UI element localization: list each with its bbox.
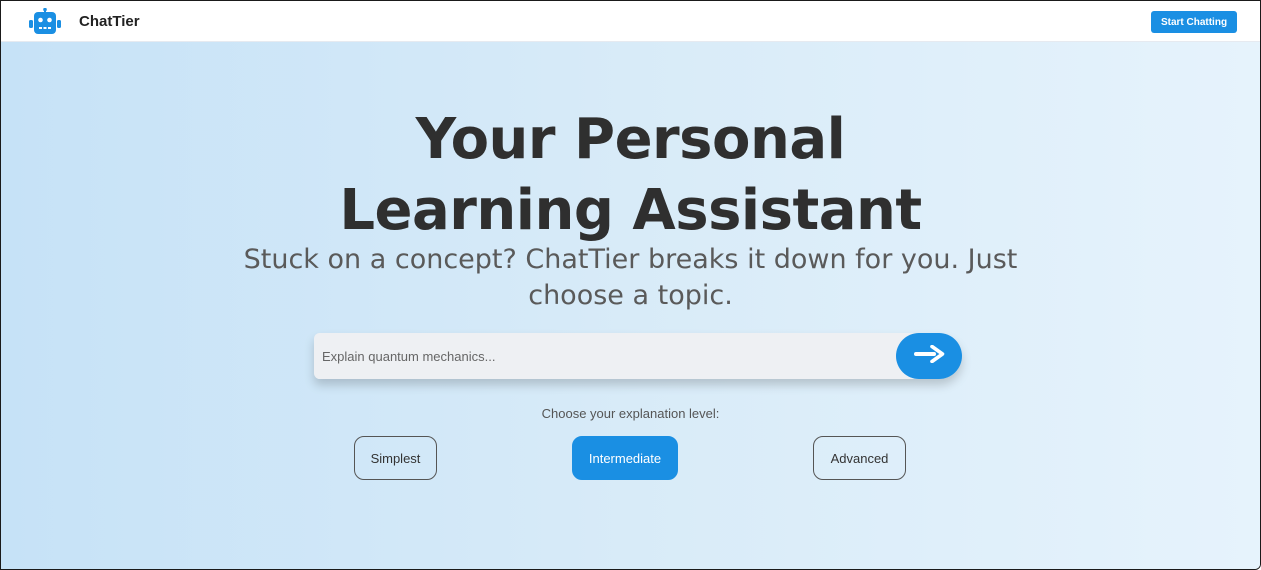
app-window: ChatTier Start Chatting Your Personal Le… xyxy=(0,0,1261,570)
page-title-text: Your Personal Learning Assistant xyxy=(339,107,922,243)
level-advanced-button[interactable]: Advanced xyxy=(813,436,906,480)
hero-subtitle-text: Stuck on a concept? ChatTier breaks it d… xyxy=(243,244,1018,311)
level-intermediate-button[interactable]: Intermediate xyxy=(572,436,678,480)
level-simplest-button[interactable]: Simplest xyxy=(354,436,437,480)
submit-button[interactable] xyxy=(896,333,962,379)
hero-subtitle: Stuck on a concept? ChatTier breaks it d… xyxy=(1,242,1260,314)
hero-section: Your Personal Learning Assistant Stuck o… xyxy=(1,42,1260,569)
start-chatting-button[interactable]: Start Chatting xyxy=(1151,11,1237,33)
level-label: Choose your explanation level: xyxy=(541,406,720,421)
navbar: ChatTier Start Chatting xyxy=(1,1,1260,42)
search-bar xyxy=(314,333,962,379)
page-title: Your Personal Learning Assistant xyxy=(1,104,1260,246)
arrow-right-icon xyxy=(913,344,945,368)
topic-search-input[interactable] xyxy=(314,333,894,379)
robot-icon[interactable] xyxy=(28,7,62,36)
brand-name[interactable]: ChatTier xyxy=(79,13,140,30)
